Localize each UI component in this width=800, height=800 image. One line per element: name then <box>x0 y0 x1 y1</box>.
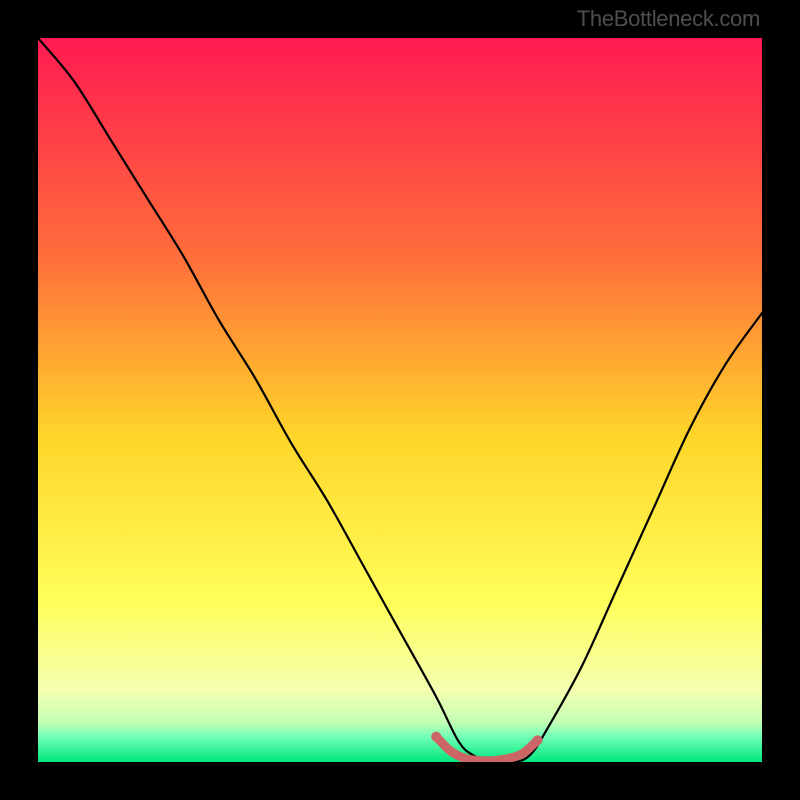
plot-area <box>38 38 762 762</box>
curve-layer <box>38 38 762 762</box>
accent-dot-left <box>431 732 441 742</box>
floor-accent-curve <box>436 737 537 761</box>
watermark-text: TheBottleneck.com <box>577 6 760 32</box>
bottleneck-curve <box>38 38 762 762</box>
accent-dot-right <box>533 735 543 745</box>
chart-frame: TheBottleneck.com <box>0 0 800 800</box>
